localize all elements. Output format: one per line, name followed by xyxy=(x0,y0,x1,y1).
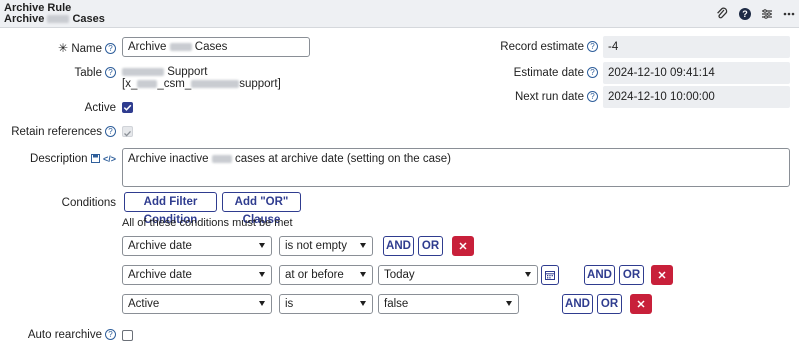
conditions-label: Conditions xyxy=(61,197,116,209)
checkmark-icon xyxy=(123,104,132,111)
estimate-date-value: 2024-12-10 09:41:14 xyxy=(603,62,790,84)
delete-condition-button[interactable] xyxy=(651,265,673,285)
retain-references-checkbox[interactable] xyxy=(122,126,133,137)
redacted-text xyxy=(122,67,164,76)
form-header: Archive Rule Archive Cases ? xyxy=(0,0,799,28)
auto-rearchive-label: Auto rearchive? xyxy=(28,329,116,341)
mandatory-asterisk-icon: ✳ xyxy=(58,41,69,55)
add-or-clause-button[interactable]: Add "OR" Clause xyxy=(222,192,301,226)
condition-value-select[interactable]: Today xyxy=(378,265,538,285)
condition-field-select[interactable]: Archive date xyxy=(122,236,272,256)
conditions-note: All of these conditions must be met xyxy=(122,217,293,229)
name-field[interactable]: Archive Cases xyxy=(122,37,310,57)
dropdown-arrow-icon xyxy=(525,272,531,277)
record-estimate-label: Record estimate? xyxy=(500,41,598,53)
redacted-text xyxy=(211,154,232,163)
next-run-date-value: 2024-12-10 10:00:00 xyxy=(603,86,790,108)
condition-field-select[interactable]: Archive date xyxy=(122,265,272,285)
calendar-button[interactable] xyxy=(541,265,559,285)
or-button[interactable]: OR xyxy=(597,294,622,314)
help-icon[interactable]: ? xyxy=(105,43,116,54)
settings-sliders-icon[interactable] xyxy=(759,6,775,22)
and-button[interactable]: AND xyxy=(584,265,615,285)
add-filter-condition-button[interactable]: Add Filter Condition xyxy=(124,192,217,226)
auto-rearchive-checkbox[interactable] xyxy=(122,330,133,341)
calendar-icon xyxy=(545,271,555,280)
redacted-text xyxy=(47,15,70,24)
active-checkbox[interactable] xyxy=(122,102,133,113)
code-icon[interactable]: </> xyxy=(103,154,116,164)
record-name: Archive Cases xyxy=(4,13,105,25)
more-dots-icon[interactable] xyxy=(781,6,797,22)
help-icon[interactable]: ? xyxy=(105,67,116,78)
condition-operator-select[interactable]: at or before xyxy=(279,265,373,285)
description-field[interactable]: Archive inactive cases at archive date (… xyxy=(122,148,790,187)
condition-field-select[interactable]: Active xyxy=(122,294,272,314)
dropdown-arrow-icon xyxy=(259,301,265,306)
dropdown-arrow-icon xyxy=(360,301,366,306)
dropdown-arrow-icon xyxy=(259,243,265,248)
delete-condition-button[interactable] xyxy=(630,294,652,314)
dropdown-arrow-icon xyxy=(259,272,265,277)
paperclip-icon[interactable] xyxy=(714,6,730,22)
help-icon[interactable]: ? xyxy=(587,91,598,102)
help-circle-icon[interactable]: ? xyxy=(737,6,753,22)
condition-operator-select[interactable]: is xyxy=(279,294,373,314)
help-icon[interactable]: ? xyxy=(587,41,598,52)
close-icon xyxy=(658,271,666,279)
active-label: Active xyxy=(84,102,116,114)
retain-references-label: Retain references? xyxy=(11,126,116,138)
page-title: Archive Rule Archive Cases xyxy=(4,3,105,25)
or-button[interactable]: OR xyxy=(418,236,443,256)
condition-operator-select[interactable]: is not empty xyxy=(279,236,373,256)
table-value: Support [x_ _csm_ support] xyxy=(122,66,281,90)
redacted-text xyxy=(137,79,158,88)
description-label: Description </> xyxy=(30,153,116,166)
svg-text:?: ? xyxy=(742,9,748,19)
next-run-date-label: Next run date? xyxy=(515,91,598,103)
or-button[interactable]: OR xyxy=(619,265,644,285)
delete-condition-button[interactable] xyxy=(452,236,474,256)
redacted-text xyxy=(191,79,240,88)
close-icon xyxy=(459,242,467,250)
dropdown-arrow-icon xyxy=(506,301,512,306)
help-icon[interactable]: ? xyxy=(105,126,116,137)
dropdown-arrow-icon xyxy=(360,243,366,248)
table-label: Table? xyxy=(75,67,116,79)
redacted-text xyxy=(169,42,192,51)
checkmark-icon xyxy=(124,130,131,137)
and-button[interactable]: AND xyxy=(562,294,593,314)
record-estimate-value: -4 xyxy=(603,36,790,58)
condition-value-select[interactable]: false xyxy=(378,294,519,314)
help-icon[interactable]: ? xyxy=(587,67,598,78)
estimate-date-label: Estimate date? xyxy=(514,67,598,79)
name-label: ✳ Name? xyxy=(58,41,116,55)
help-icon[interactable]: ? xyxy=(105,329,116,340)
dropdown-arrow-icon xyxy=(360,272,366,277)
save-icon[interactable] xyxy=(90,154,100,166)
and-button[interactable]: AND xyxy=(383,236,414,256)
close-icon xyxy=(637,300,645,308)
